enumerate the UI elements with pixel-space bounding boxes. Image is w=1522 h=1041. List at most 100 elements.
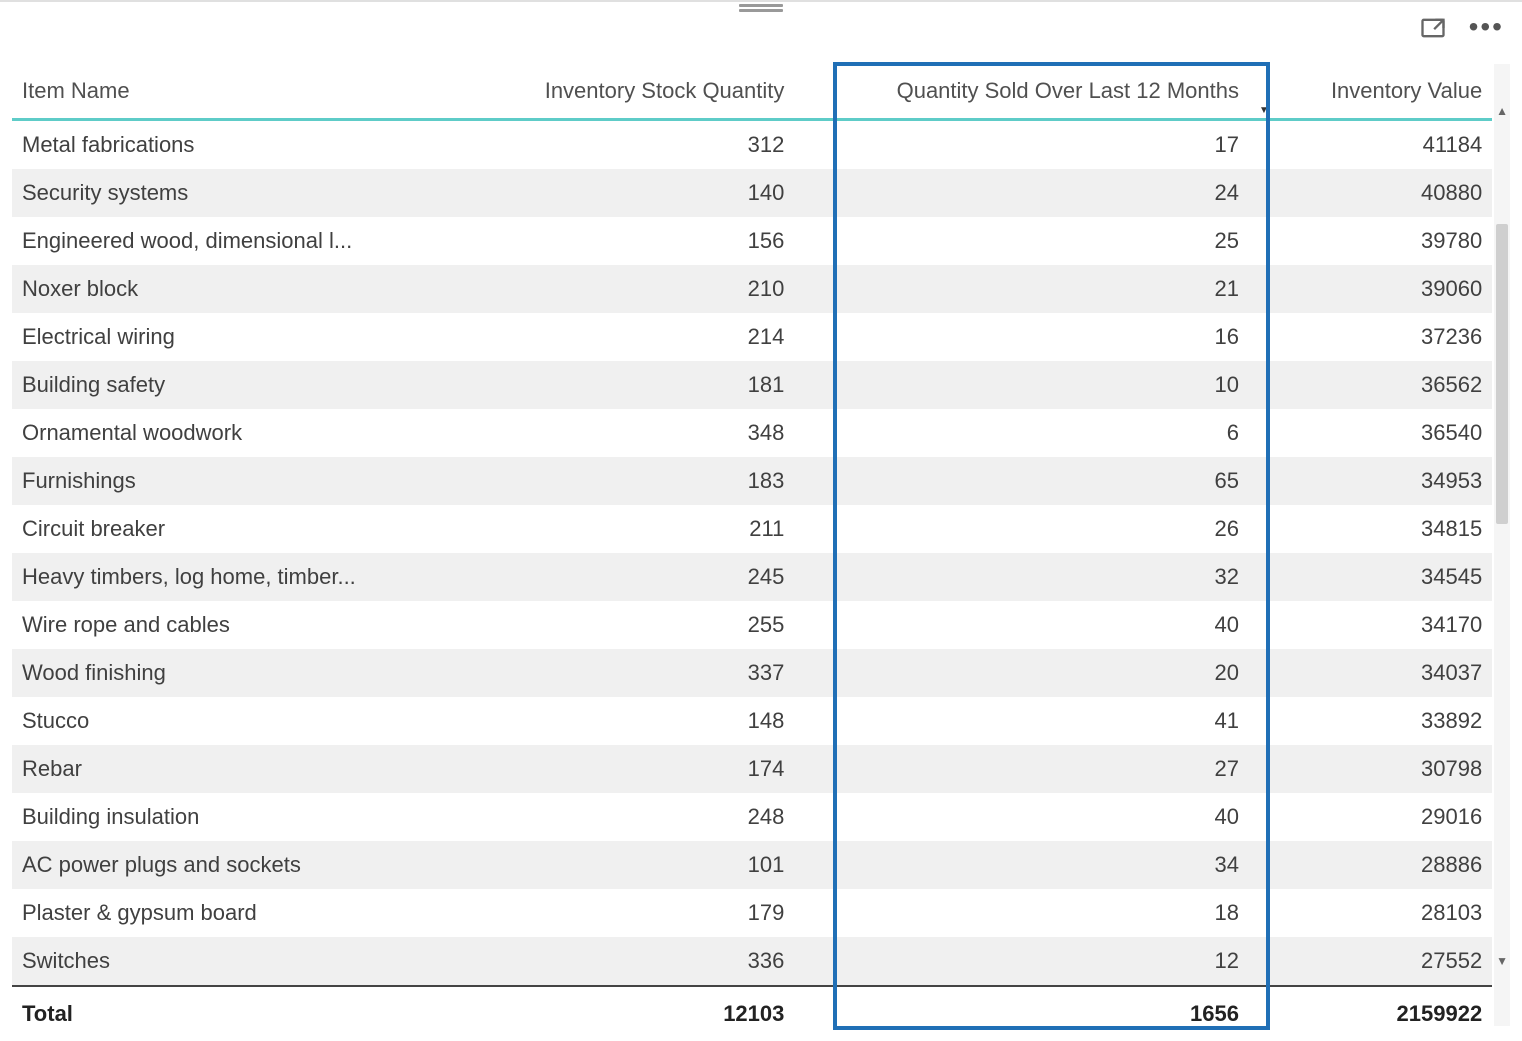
cell-item: Ornamental woodwork [12, 409, 498, 457]
cell-sold: 20 [794, 649, 1249, 697]
focus-mode-icon[interactable] [1419, 14, 1447, 47]
cell-stock: 140 [498, 169, 794, 217]
table-row[interactable]: Furnishings1836534953 [12, 457, 1492, 505]
visual-toolbar: ••• [1419, 14, 1504, 47]
cell-item: Heavy timbers, log home, timber... [12, 553, 498, 601]
cell-sold: 6 [794, 409, 1249, 457]
cell-stock: 336 [498, 937, 794, 986]
cell-item: Noxer block [12, 265, 498, 313]
cell-sold: 40 [794, 793, 1249, 841]
cell-item: Stucco [12, 697, 498, 745]
table-header-row: Item Name Inventory Stock Quantity Quant… [12, 64, 1492, 120]
total-sold: 1656 [794, 986, 1249, 1041]
cell-sold: 16 [794, 313, 1249, 361]
cell-item: Wood finishing [12, 649, 498, 697]
cell-stock: 181 [498, 361, 794, 409]
table-row[interactable]: Switches3361227552 [12, 937, 1492, 986]
table-visual: ••• Item Name Inventory Stock Quantity Q… [0, 0, 1522, 1038]
column-header-item[interactable]: Item Name [12, 64, 498, 120]
table-row[interactable]: AC power plugs and sockets1013428886 [12, 841, 1492, 889]
cell-sold: 24 [794, 169, 1249, 217]
cell-stock: 179 [498, 889, 794, 937]
cell-value: 30798 [1249, 745, 1492, 793]
cell-stock: 183 [498, 457, 794, 505]
column-header-sold[interactable]: Quantity Sold Over Last 12 Months [794, 64, 1249, 120]
table-row[interactable]: Engineered wood, dimensional l...1562539… [12, 217, 1492, 265]
cell-value: 39060 [1249, 265, 1492, 313]
table-row[interactable]: Security systems1402440880 [12, 169, 1492, 217]
cell-stock: 348 [498, 409, 794, 457]
scroll-thumb[interactable] [1496, 224, 1508, 524]
table-row[interactable]: Wire rope and cables2554034170 [12, 601, 1492, 649]
cell-sold: 17 [794, 120, 1249, 170]
vertical-scrollbar[interactable]: ▲ ▼ [1494, 64, 1510, 1026]
scroll-up-icon[interactable]: ▲ [1494, 100, 1510, 122]
table-row[interactable]: Building insulation2484029016 [12, 793, 1492, 841]
cell-sold: 65 [794, 457, 1249, 505]
table-row[interactable]: Rebar1742730798 [12, 745, 1492, 793]
cell-item: Furnishings [12, 457, 498, 505]
table-row[interactable]: Plaster & gypsum board1791828103 [12, 889, 1492, 937]
cell-stock: 148 [498, 697, 794, 745]
cell-item: Plaster & gypsum board [12, 889, 498, 937]
cell-sold: 18 [794, 889, 1249, 937]
cell-value: 34170 [1249, 601, 1492, 649]
cell-stock: 174 [498, 745, 794, 793]
cell-sold: 41 [794, 697, 1249, 745]
cell-stock: 312 [498, 120, 794, 170]
data-table: Item Name Inventory Stock Quantity Quant… [12, 64, 1492, 1041]
table-row[interactable]: Metal fabrications3121741184 [12, 120, 1492, 170]
cell-item: Electrical wiring [12, 313, 498, 361]
table-row[interactable]: Noxer block2102139060 [12, 265, 1492, 313]
total-label: Total [12, 986, 498, 1041]
cell-stock: 245 [498, 553, 794, 601]
cell-sold: 40 [794, 601, 1249, 649]
cell-stock: 248 [498, 793, 794, 841]
total-value: 2159922 [1249, 986, 1492, 1041]
cell-stock: 101 [498, 841, 794, 889]
cell-item: Wire rope and cables [12, 601, 498, 649]
cell-value: 28103 [1249, 889, 1492, 937]
table-row[interactable]: Heavy timbers, log home, timber...245323… [12, 553, 1492, 601]
cell-value: 40880 [1249, 169, 1492, 217]
column-header-stock[interactable]: Inventory Stock Quantity [498, 64, 794, 120]
table-total-row: Total 12103 1656 2159922 [12, 986, 1492, 1041]
cell-item: AC power plugs and sockets [12, 841, 498, 889]
cell-sold: 12 [794, 937, 1249, 986]
cell-stock: 214 [498, 313, 794, 361]
cell-stock: 156 [498, 217, 794, 265]
table-row[interactable]: Ornamental woodwork348636540 [12, 409, 1492, 457]
drag-handle-icon[interactable] [739, 4, 783, 12]
cell-item: Circuit breaker [12, 505, 498, 553]
cell-stock: 337 [498, 649, 794, 697]
cell-value: 29016 [1249, 793, 1492, 841]
table-row[interactable]: Wood finishing3372034037 [12, 649, 1492, 697]
scroll-down-icon[interactable]: ▼ [1494, 950, 1510, 972]
cell-value: 36562 [1249, 361, 1492, 409]
cell-sold: 26 [794, 505, 1249, 553]
cell-stock: 211 [498, 505, 794, 553]
cell-item: Rebar [12, 745, 498, 793]
cell-item: Building insulation [12, 793, 498, 841]
cell-value: 36540 [1249, 409, 1492, 457]
cell-value: 34953 [1249, 457, 1492, 505]
cell-item: Metal fabrications [12, 120, 498, 170]
cell-sold: 10 [794, 361, 1249, 409]
more-options-icon[interactable]: ••• [1469, 20, 1504, 42]
table-row[interactable]: Stucco1484133892 [12, 697, 1492, 745]
table-row[interactable]: Building safety1811036562 [12, 361, 1492, 409]
sort-desc-icon: ▼ [1259, 107, 1269, 115]
table-row[interactable]: Circuit breaker2112634815 [12, 505, 1492, 553]
cell-item: Security systems [12, 169, 498, 217]
cell-sold: 27 [794, 745, 1249, 793]
table-row[interactable]: Electrical wiring2141637236 [12, 313, 1492, 361]
cell-value: 33892 [1249, 697, 1492, 745]
cell-item: Building safety [12, 361, 498, 409]
cell-item: Engineered wood, dimensional l... [12, 217, 498, 265]
cell-value: 39780 [1249, 217, 1492, 265]
cell-stock: 210 [498, 265, 794, 313]
cell-item: Switches [12, 937, 498, 986]
cell-sold: 25 [794, 217, 1249, 265]
total-stock: 12103 [498, 986, 794, 1041]
column-header-value[interactable]: Inventory Value ▼ [1249, 64, 1492, 120]
